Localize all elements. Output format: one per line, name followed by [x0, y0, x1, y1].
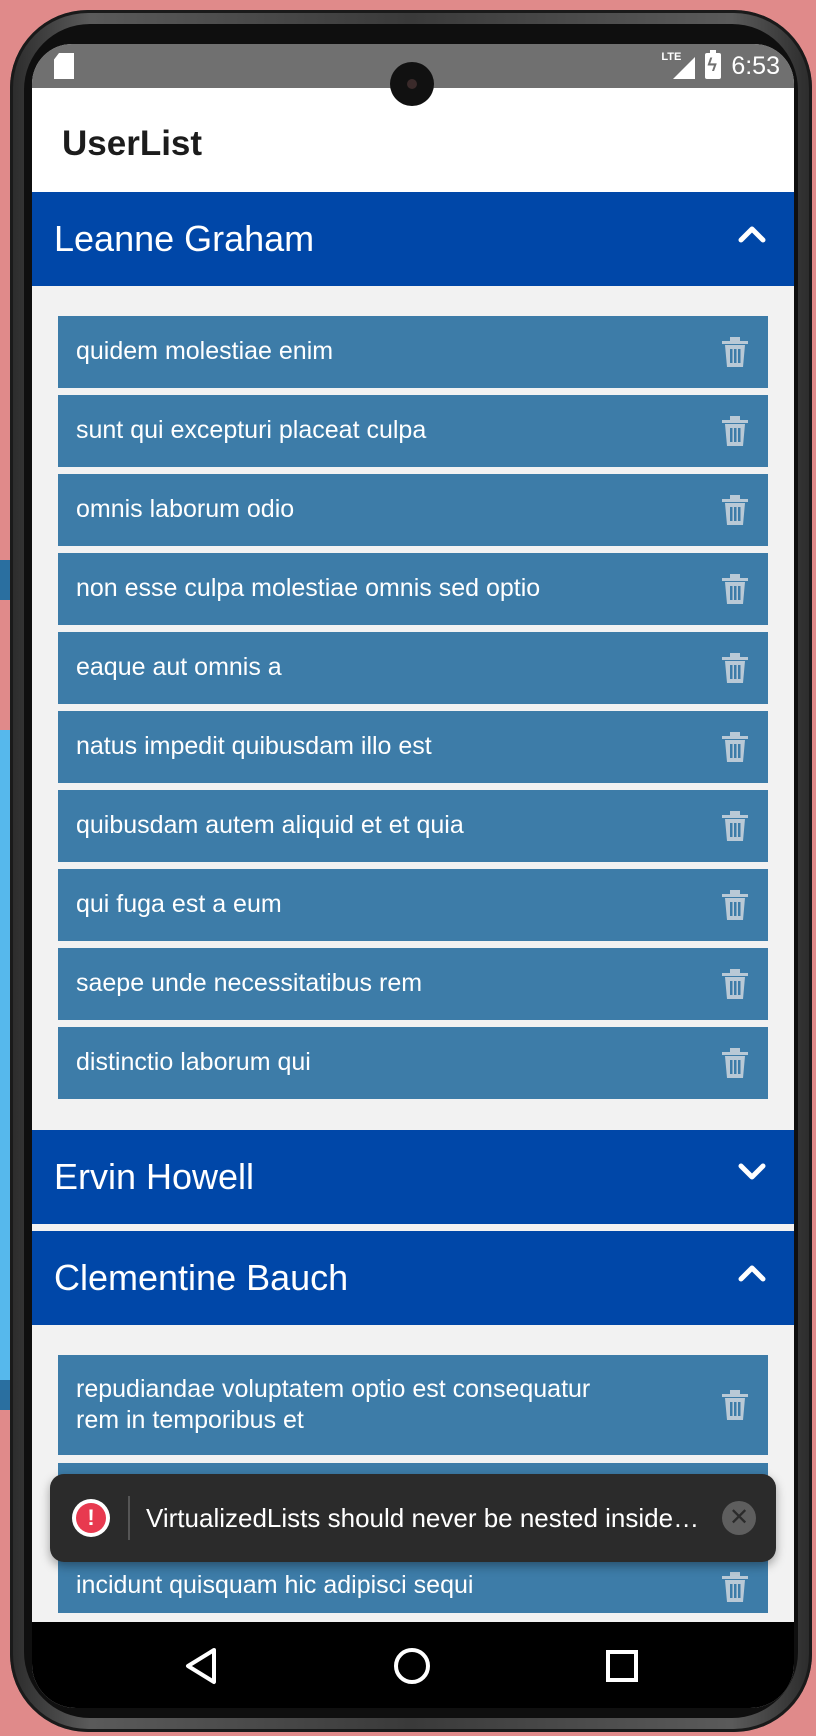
- item-title: repudiandae voluptatem optio est consequ…: [76, 1375, 591, 1434]
- section-header-ervin-howell[interactable]: Ervin Howell: [32, 1130, 794, 1224]
- navigation-bar: [32, 1622, 794, 1708]
- list-item[interactable]: eaque aut omnis a: [58, 632, 768, 704]
- home-icon[interactable]: [390, 1644, 434, 1688]
- list-item[interactable]: saepe unde necessitatibus rem: [58, 948, 768, 1020]
- battery-charging-icon: [705, 50, 722, 79]
- item-title: saepe unde necessitatibus rem: [76, 969, 423, 997]
- list-item[interactable]: repudiandae voluptatem optio est consequ…: [58, 1355, 768, 1455]
- sd-card-icon: [54, 53, 74, 79]
- section-header-leanne-graham[interactable]: Leanne Graham: [32, 192, 794, 286]
- list-item[interactable]: quibusdam autem aliquid et et quia: [58, 790, 768, 862]
- trash-icon[interactable]: [720, 336, 750, 368]
- user-section-list[interactable]: Leanne Graham quidem molestiae enim sunt…: [32, 192, 794, 1622]
- item-title: incidunt quisquam hic adipisci sequi: [76, 1571, 474, 1599]
- signal-icon: LTE: [661, 51, 696, 79]
- list-item[interactable]: non esse culpa molestiae omnis sed optio: [58, 553, 768, 625]
- trash-icon[interactable]: [720, 968, 750, 1000]
- list-item[interactable]: natus impedit quibusdam illo est: [58, 711, 768, 783]
- error-toast[interactable]: ! VirtualizedLists should never be neste…: [50, 1474, 776, 1562]
- error-icon: !: [72, 1499, 110, 1537]
- trash-icon[interactable]: [720, 810, 750, 842]
- list-item[interactable]: qui fuga est a eum: [58, 869, 768, 941]
- item-title: distinctio laborum qui: [76, 1048, 311, 1076]
- list-item[interactable]: distinctio laborum qui: [58, 1027, 768, 1099]
- app-title: UserList: [62, 124, 203, 163]
- section-header-clementine-bauch[interactable]: Clementine Bauch: [32, 1231, 794, 1325]
- trash-icon[interactable]: [720, 1571, 750, 1603]
- error-icon-glyph: !: [76, 1503, 106, 1533]
- item-title: natus impedit quibusdam illo est: [76, 732, 432, 760]
- front-camera: [390, 62, 434, 106]
- item-title: eaque aut omnis a: [76, 653, 282, 681]
- toast-divider: [128, 1496, 130, 1540]
- chevron-up-icon[interactable]: [738, 220, 766, 248]
- device-screen: LTE 6:53 UserList Leanne Graham quidem m…: [32, 44, 794, 1708]
- signal-bars: [673, 57, 696, 79]
- list-item[interactable]: omnis laborum odio: [58, 474, 768, 546]
- trash-icon[interactable]: [720, 731, 750, 763]
- status-icons: LTE 6:53: [661, 50, 780, 82]
- list-item[interactable]: quidem molestiae enim: [58, 316, 768, 388]
- item-title: qui fuga est a eum: [76, 890, 282, 918]
- item-title: sunt qui excepturi placeat culpa: [76, 416, 427, 444]
- list-item[interactable]: sunt qui excepturi placeat culpa: [58, 395, 768, 467]
- toast-message[interactable]: VirtualizedLists should never be nested …: [146, 1502, 706, 1534]
- back-icon[interactable]: [180, 1644, 224, 1688]
- trash-icon[interactable]: [720, 1047, 750, 1079]
- trash-icon[interactable]: [720, 889, 750, 921]
- chevron-down-icon[interactable]: [738, 1158, 766, 1186]
- section-title: Ervin Howell: [54, 1156, 255, 1197]
- trash-icon[interactable]: [720, 494, 750, 526]
- item-title: omnis laborum odio: [76, 495, 295, 523]
- recent-apps-icon[interactable]: [600, 1644, 644, 1688]
- item-title: quibusdam autem aliquid et et quia: [76, 811, 464, 839]
- trash-icon[interactable]: [720, 415, 750, 447]
- trash-icon[interactable]: [720, 1389, 750, 1421]
- section-title: Leanne Graham: [54, 218, 315, 259]
- item-title: non esse culpa molestiae omnis sed optio: [76, 574, 541, 602]
- item-title: quidem molestiae enim: [76, 337, 334, 365]
- section-title: Clementine Bauch: [54, 1257, 349, 1298]
- trash-icon[interactable]: [720, 652, 750, 684]
- trash-icon[interactable]: [720, 573, 750, 605]
- status-time: 6:53: [731, 51, 780, 80]
- chevron-up-icon[interactable]: [738, 1259, 766, 1287]
- close-icon[interactable]: ✕: [722, 1501, 756, 1535]
